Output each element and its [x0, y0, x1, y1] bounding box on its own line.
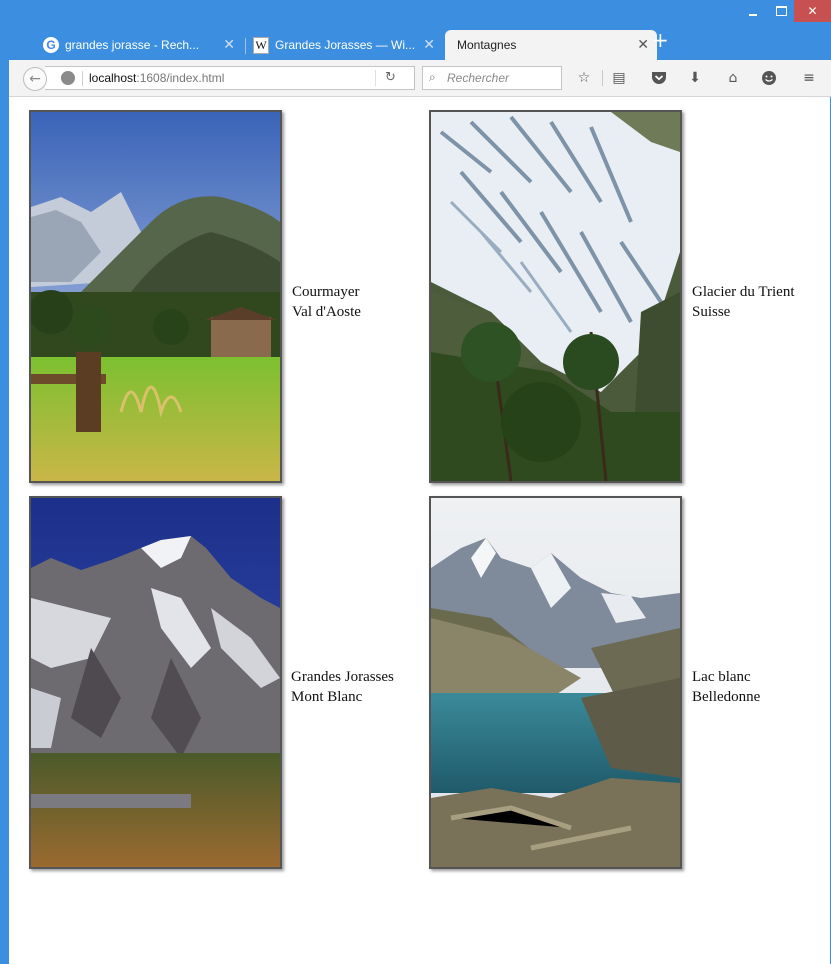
maximize-button[interactable] [766, 0, 796, 22]
tab-wikipedia[interactable]: W Grandes Jorasses — Wi... ✕ [243, 30, 443, 60]
chat-shape [762, 71, 776, 85]
tab-title: Montagnes [457, 38, 517, 52]
globe-icon [61, 71, 75, 85]
close-icon: ✕ [807, 4, 818, 18]
caption-subtitle: Val d'Aoste [292, 304, 361, 320]
caption-title: Glacier du Trient [692, 284, 795, 300]
caption-glacier-du-trient: Glacier du Trient Suisse [692, 282, 795, 322]
new-tab-button[interactable]: + [652, 28, 669, 52]
glacier-image [431, 112, 680, 481]
wikipedia-icon: W [253, 36, 269, 54]
close-tab-icon[interactable]: ✕ [637, 37, 649, 53]
pocket-shape [652, 72, 666, 84]
pocket-icon[interactable] [649, 68, 669, 88]
caption-courmayer: Courmayer Val d'Aoste [292, 282, 361, 322]
hello-chat-icon[interactable] [759, 68, 779, 88]
caption-subtitle: Suisse [692, 304, 731, 320]
back-arrow-icon: ← [29, 71, 41, 87]
reading-list-icon[interactable]: ▤ [609, 68, 629, 88]
caption-subtitle: Belledonne [692, 689, 761, 705]
tab-google-search[interactable]: G grandes jorasse - Rech... ✕ [33, 30, 243, 60]
search-placeholder: Rechercher [447, 71, 510, 85]
mountain-lake-image [431, 498, 680, 867]
tab-title: grandes jorasse - Rech... [65, 38, 200, 52]
close-window-button[interactable]: ✕ [794, 0, 831, 22]
toolbar-divider [602, 70, 603, 86]
navigation-toolbar: localhost:1608/index.html ↻ ← ⌕ Recherch… [9, 60, 831, 97]
google-icon: G [43, 37, 59, 53]
caption-title: Courmayer [292, 284, 360, 300]
url-bar[interactable]: localhost:1608/index.html ↻ [45, 66, 415, 90]
rocky-peak-image [31, 498, 280, 867]
url-text[interactable]: localhost:1608/index.html [89, 71, 224, 85]
caption-title: Lac blanc [692, 669, 751, 685]
caption-lac-blanc: Lac blanc Belledonne [692, 667, 760, 707]
home-icon[interactable]: ⌂ [723, 68, 743, 88]
back-button[interactable]: ← [23, 67, 47, 91]
download-icon[interactable]: ⬇ [685, 68, 705, 88]
minimize-button[interactable] [738, 0, 768, 22]
menu-icon[interactable]: ≡ [799, 68, 819, 88]
photo-grandes-jorasses [29, 496, 282, 869]
close-tab-icon[interactable]: ✕ [223, 37, 235, 53]
caption-grandes-jorasses: Grandes Jorasses Mont Blanc [291, 667, 394, 707]
tab-montagnes[interactable]: Montagnes ✕ [445, 30, 657, 60]
close-tab-icon[interactable]: ✕ [423, 37, 435, 53]
url-divider [82, 71, 83, 86]
caption-subtitle: Mont Blanc [291, 689, 363, 705]
plus-icon: + [652, 28, 669, 52]
page-content: Courmayer Val d'Aoste Glacier du Trient [9, 97, 830, 964]
tab-title: Grandes Jorasses — Wi... [275, 38, 416, 52]
photo-glacier-du-trient [429, 110, 682, 483]
caption-title: Grandes Jorasses [291, 669, 394, 685]
search-icon: ⌕ [429, 70, 436, 84]
search-box[interactable]: ⌕ Rechercher [422, 66, 562, 90]
tab-strip: G grandes jorasse - Rech... ✕ W Grandes … [9, 22, 831, 60]
minimize-icon [749, 14, 757, 16]
reload-icon[interactable]: ↻ [385, 70, 396, 85]
maximize-icon [775, 6, 787, 16]
window-frame [0, 0, 9, 964]
reload-divider [375, 70, 376, 86]
bookmark-star-icon[interactable]: ☆ [574, 68, 594, 88]
browser-window: ✕ G grandes jorasse - Rech... ✕ W Grande… [0, 0, 831, 964]
photo-courmayer [29, 110, 282, 483]
photo-lac-blanc [429, 496, 682, 869]
meadow-valley-image [31, 112, 280, 481]
